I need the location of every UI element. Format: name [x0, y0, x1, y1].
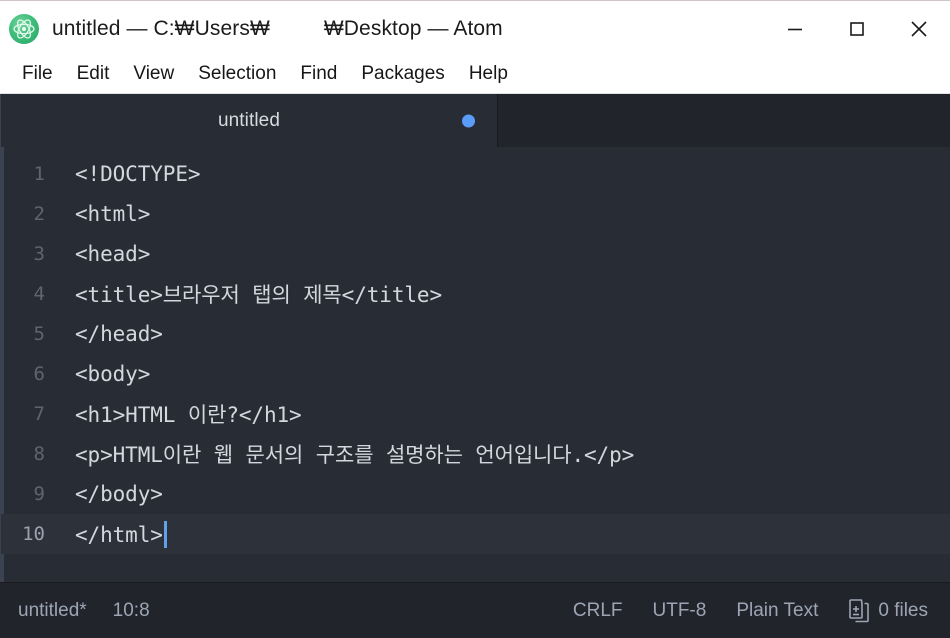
line-number: 10	[22, 523, 45, 545]
line-number: 3	[33, 243, 45, 265]
line-content: </head>	[75, 322, 163, 346]
status-bar-left: untitled* 10:8	[18, 600, 150, 622]
window-title-prefix: untitled — C:₩Users₩	[52, 16, 270, 40]
tab-label: untitled	[217, 109, 281, 131]
line-content: <head>	[75, 242, 151, 266]
editor-line: 7 <h1>HTML 이란?</h1>	[1, 394, 950, 434]
title-bar: untitled — C:₩Users₩ ₩Desktop — Atom	[0, 0, 950, 56]
status-bar-right: CRLF UTF-8 Plain Text 0 files	[573, 598, 928, 623]
line-number: 5	[33, 323, 45, 345]
status-encoding[interactable]: UTF-8	[653, 600, 707, 622]
window-title-suffix: ₩Desktop — Atom	[323, 16, 503, 40]
title-bar-left: untitled — C:₩Users₩ ₩Desktop — Atom	[0, 13, 764, 44]
maximize-icon	[850, 21, 864, 36]
maximize-button[interactable]	[826, 1, 888, 56]
menu-item-help[interactable]: Help	[457, 60, 520, 89]
status-grammar[interactable]: Plain Text	[736, 600, 818, 622]
line-content: <body>	[75, 362, 151, 386]
tab-untitled[interactable]: untitled	[1, 94, 498, 147]
status-git-changes[interactable]: 0 files	[848, 598, 928, 623]
status-line-ending[interactable]: CRLF	[573, 600, 623, 622]
editor-line: 2 <html>	[1, 194, 950, 234]
status-cursor-position[interactable]: 10:8	[113, 600, 150, 622]
minimize-button[interactable]	[764, 1, 826, 56]
atom-window: untitled — C:₩Users₩ ₩Desktop — Atom Fil…	[0, 0, 950, 638]
editor-line: 4 <title>브라우저 탭의 제목</title>	[1, 274, 950, 314]
editor-line: 1 <!DOCTYPE>	[1, 154, 950, 194]
line-number: 2	[33, 203, 45, 225]
text-cursor	[163, 520, 167, 548]
line-content: </body>	[75, 482, 163, 506]
line-number: 4	[33, 283, 45, 305]
line-number: 7	[33, 403, 45, 425]
line-number: 8	[33, 443, 45, 465]
git-diff-icon	[849, 599, 870, 623]
editor-line: 5 </head>	[1, 314, 950, 354]
minimize-icon	[788, 28, 802, 30]
atom-logo-icon	[9, 13, 39, 44]
menu-bar: File Edit View Selection Find Packages H…	[0, 56, 950, 94]
line-content: <!DOCTYPE>	[75, 162, 201, 186]
menu-item-view[interactable]: View	[121, 60, 186, 89]
editor-line: 6 <body>	[1, 354, 950, 394]
menu-item-file[interactable]: File	[10, 60, 65, 89]
line-content-wrapper: </html>	[57, 520, 167, 548]
line-number: 9	[33, 483, 45, 505]
menu-item-find[interactable]: Find	[288, 60, 349, 89]
window-title: untitled — C:₩Users₩ ₩Desktop — Atom	[52, 17, 503, 41]
editor-line: 8 <p>HTML이란 웹 문서의 구조를 설명하는 언어입니다.</p>	[1, 434, 950, 474]
line-content: <html>	[75, 202, 151, 226]
line-content: <title>브라우저 탭의 제목</title>	[75, 283, 442, 307]
close-icon	[911, 20, 927, 37]
menu-item-edit[interactable]: Edit	[65, 60, 122, 89]
close-button[interactable]	[888, 1, 950, 56]
tab-modified-indicator-icon[interactable]	[462, 114, 475, 127]
menu-item-packages[interactable]: Packages	[349, 60, 456, 89]
line-content: <h1>HTML 이란?</h1>	[75, 403, 302, 427]
line-content: </html>	[75, 522, 163, 547]
tab-bar: untitled	[1, 94, 950, 147]
editor-line: 9 </body>	[1, 474, 950, 514]
status-bar: untitled* 10:8 CRLF UTF-8 Plain Text 0 f…	[0, 582, 950, 638]
line-number: 1	[33, 163, 45, 185]
menu-item-selection[interactable]: Selection	[186, 60, 288, 89]
line-content: <p>HTML이란 웹 문서의 구조를 설명하는 언어입니다.</p>	[75, 443, 635, 467]
code-editor[interactable]: 1 <!DOCTYPE> 2 <html> 3 <head> 4 <title>…	[1, 147, 950, 582]
status-git-file-count: 0 files	[878, 599, 928, 621]
editor-line-active: 10 </html>	[1, 514, 950, 554]
workspace: untitled 1 <!DOCTYPE> 2 <html> 3 <head> …	[0, 94, 950, 582]
line-number: 6	[33, 363, 45, 385]
status-file-name[interactable]: untitled*	[18, 600, 87, 622]
window-controls	[764, 1, 950, 56]
editor-line: 3 <head>	[1, 234, 950, 274]
tab-bar-empty-area	[498, 94, 950, 147]
